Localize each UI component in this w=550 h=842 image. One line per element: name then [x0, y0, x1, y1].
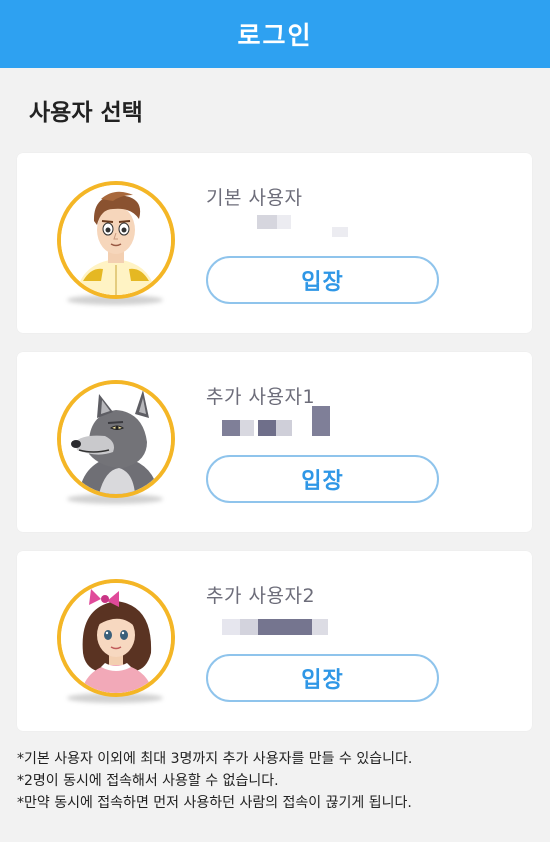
enter-button-label: 입장 [301, 270, 344, 295]
masked-user-id [222, 609, 362, 635]
enter-button[interactable]: 입장 [206, 654, 439, 702]
app-header: 로그인 [0, 0, 550, 68]
notice-text: *기본 사용자 이외에 최대 3명까지 추가 사용자를 만들 수 있습니다. *… [17, 748, 412, 814]
user-card-default: 기본 사용자 입장 [17, 153, 532, 333]
prince-avatar [57, 181, 175, 305]
user-name: 추가 사용자2 [206, 585, 316, 607]
notice-line: *기본 사용자 이외에 최대 3명까지 추가 사용자를 만들 수 있습니다. [17, 751, 413, 767]
masked-user-id [222, 406, 362, 436]
notice-line: *만약 동시에 접속하면 먼저 사용하던 사람의 접속이 끊기게 됩니다. [17, 795, 412, 811]
enter-button[interactable]: 입장 [206, 256, 439, 304]
enter-button-label: 입장 [301, 469, 344, 494]
user-card-extra-2: 추가 사용자2 입장 [17, 551, 532, 731]
notice-line: *2명이 동시에 접속해서 사용할 수 없습니다. [17, 773, 279, 789]
enter-button-label: 입장 [301, 668, 344, 693]
section-title: 사용자 선택 [29, 100, 143, 126]
user-name: 기본 사용자 [206, 187, 303, 209]
user-card-extra-1: 추가 사용자1 입장 [17, 352, 532, 532]
enter-button[interactable]: 입장 [206, 455, 439, 503]
user-name: 추가 사용자1 [206, 386, 316, 408]
wolf-avatar [57, 380, 175, 504]
girl-avatar [57, 579, 175, 703]
page-title: 로그인 [237, 21, 313, 50]
masked-user-id [222, 211, 362, 237]
